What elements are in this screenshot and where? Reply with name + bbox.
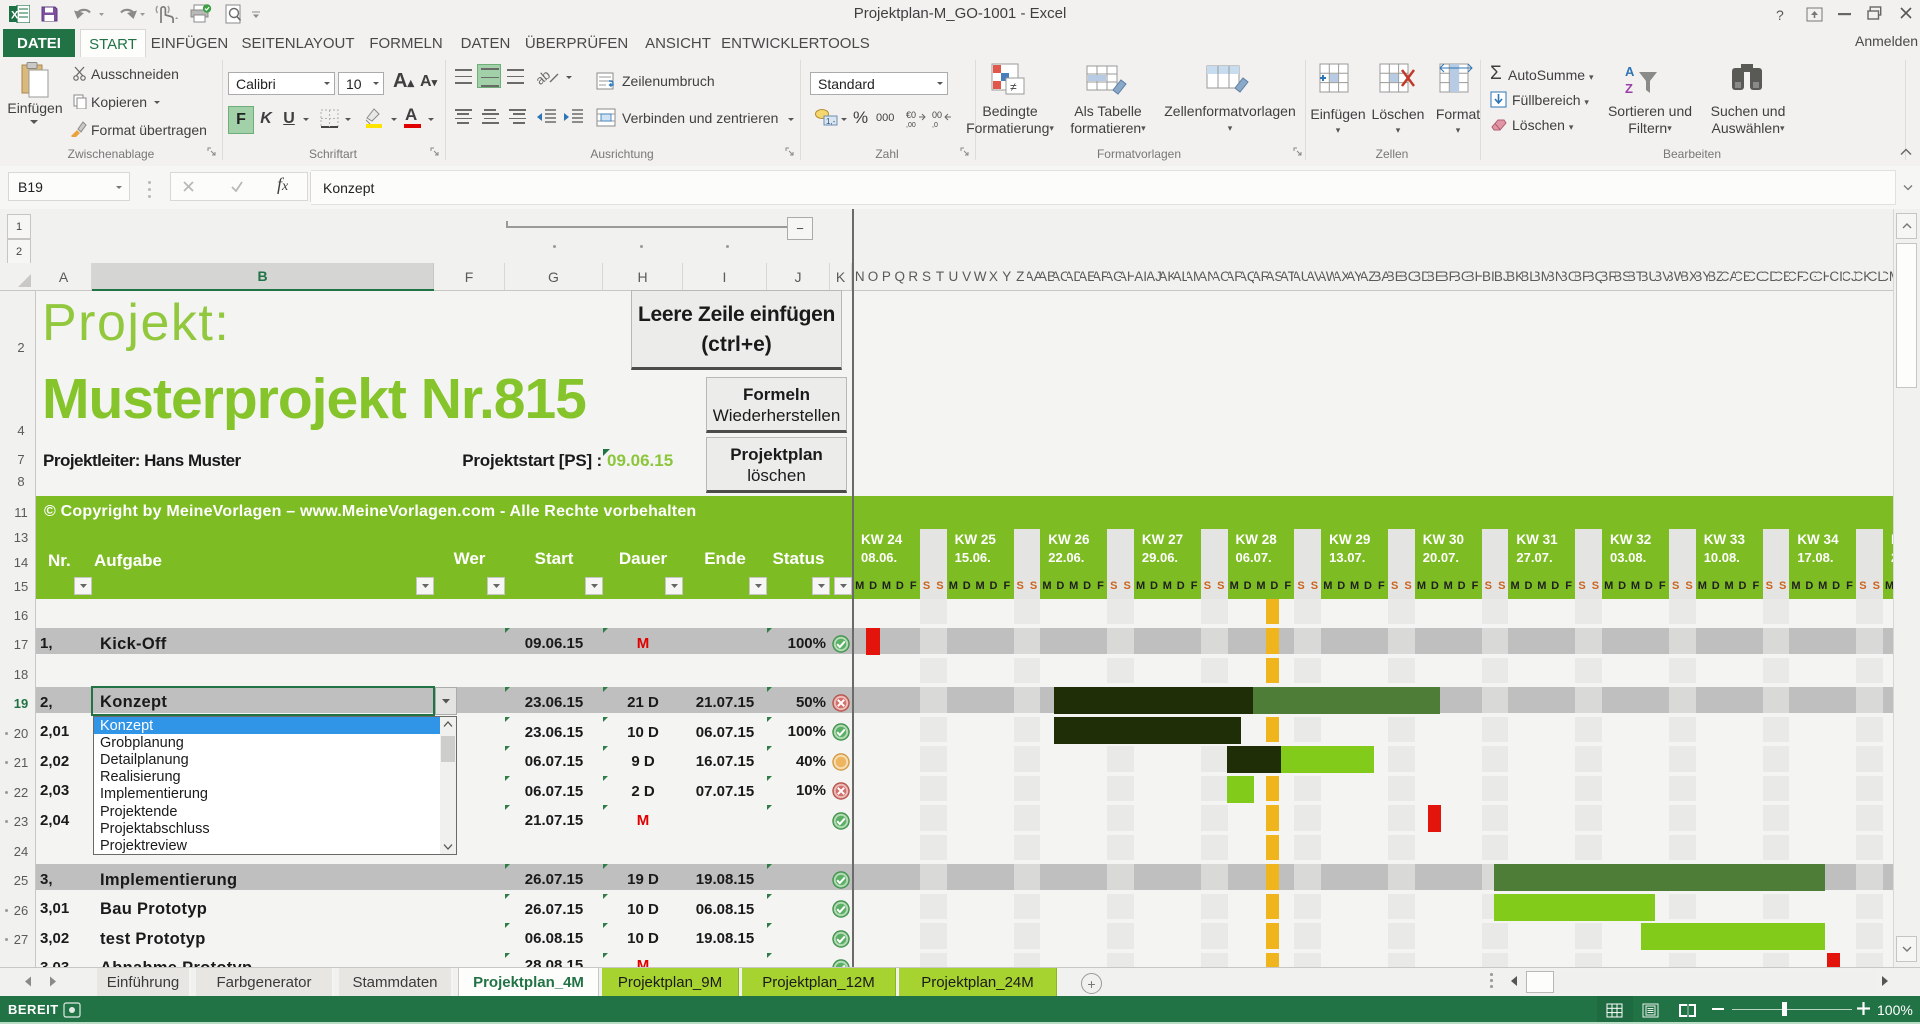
svg-text:Z: Z: [1625, 81, 1633, 96]
svg-text:1,-: 1,-: [826, 117, 836, 126]
svg-text:ab: ab: [536, 68, 553, 86]
svg-text:X: X: [11, 10, 19, 22]
svg-text:?: ?: [1776, 7, 1784, 23]
svg-text:A: A: [1625, 64, 1635, 79]
svg-text:,0: ,0: [932, 122, 938, 128]
svg-text:€0: €0: [906, 110, 916, 120]
svg-text:,00: ,00: [906, 122, 916, 128]
svg-text:≠: ≠: [1010, 80, 1017, 94]
svg-text:00: 00: [932, 110, 942, 120]
